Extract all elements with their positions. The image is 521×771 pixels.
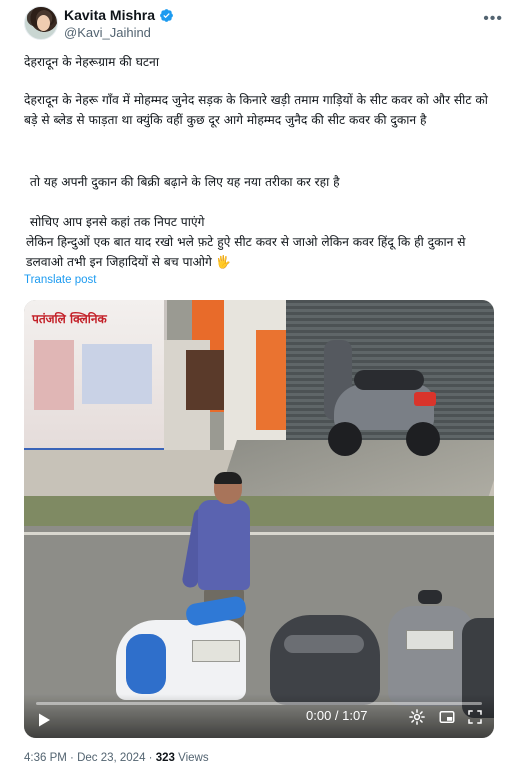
- wall-poster: [186, 350, 224, 410]
- man-torso: [198, 500, 250, 590]
- tweet-paragraph-3: तो यह अपनी दुकान की बिक्री बढ़ाने के लिए…: [26, 175, 340, 189]
- avatar-face: [37, 15, 50, 31]
- meta-separator: ·: [145, 752, 156, 764]
- picture-in-picture-icon[interactable]: [438, 708, 456, 726]
- black-scooter-body: [270, 615, 380, 705]
- tweet-header: Kavita Mishra @Kavi_Jaihind •••: [24, 6, 509, 42]
- author-display-name[interactable]: Kavita Mishra: [64, 7, 155, 23]
- grass-strip: [24, 496, 494, 526]
- tweet-meta: 4:36 PM · Dec 23, 2024 · 323 Views: [24, 752, 209, 764]
- views-count: 323: [155, 752, 175, 764]
- signboard-graphic-2: [82, 344, 152, 404]
- man-hair: [214, 472, 242, 484]
- views-label: Views: [174, 752, 209, 764]
- video-controls: 0:00 / 1:07: [24, 694, 494, 738]
- video-frame: पतंजलि क्लिनिक: [24, 300, 494, 738]
- avatar[interactable]: [24, 6, 58, 40]
- tweet-date[interactable]: Dec 23, 2024: [77, 752, 145, 764]
- scooter-wheel: [328, 422, 362, 456]
- video-time: 0:00 / 1:07: [306, 708, 368, 723]
- orange-pillar-2: [256, 330, 286, 430]
- signboard-text: पतंजलि क्लिनिक: [32, 312, 107, 326]
- parked-scooter: [314, 340, 444, 460]
- tweet-time[interactable]: 4:36 PM: [24, 752, 67, 764]
- grey-scooter-plate: [406, 630, 454, 650]
- black-scooter-light: [284, 635, 364, 653]
- play-icon[interactable]: [36, 712, 52, 728]
- tweet-paragraph-4: सोचिए आप इनसे कहां तक निपट पाएंगे लेकिन …: [26, 215, 466, 269]
- white-scooter-panel: [126, 634, 166, 694]
- name-row: Kavita Mishra: [64, 7, 174, 23]
- grey-scooter-mirror: [418, 590, 442, 604]
- meta-separator: ·: [66, 752, 78, 764]
- tweet-paragraph-1: देहरादून के नेहरूग्राम की घटना: [24, 55, 159, 69]
- video-progress-bar[interactable]: [36, 702, 482, 705]
- road-marking: [24, 532, 494, 535]
- tweet-paragraph-2: देहरादून के नेहरू गाँव में मोहम्मद जुनेद…: [24, 93, 492, 127]
- scooter-wheel: [406, 422, 440, 456]
- settings-icon[interactable]: [408, 708, 426, 726]
- verified-badge-icon: [160, 8, 173, 22]
- more-options-icon[interactable]: •••: [483, 10, 503, 28]
- fullscreen-icon[interactable]: [466, 708, 484, 726]
- author-handle[interactable]: @Kavi_Jaihind: [64, 25, 151, 40]
- scooter-seat: [354, 370, 424, 390]
- scooter-taillight: [414, 392, 436, 406]
- white-scooter-plate: [192, 640, 240, 662]
- video-player[interactable]: पतंजलि क्लिनिक 0:00 / 1:07: [24, 300, 494, 738]
- translate-post-link[interactable]: Translate post: [24, 274, 96, 286]
- signboard-graphic: [34, 340, 74, 410]
